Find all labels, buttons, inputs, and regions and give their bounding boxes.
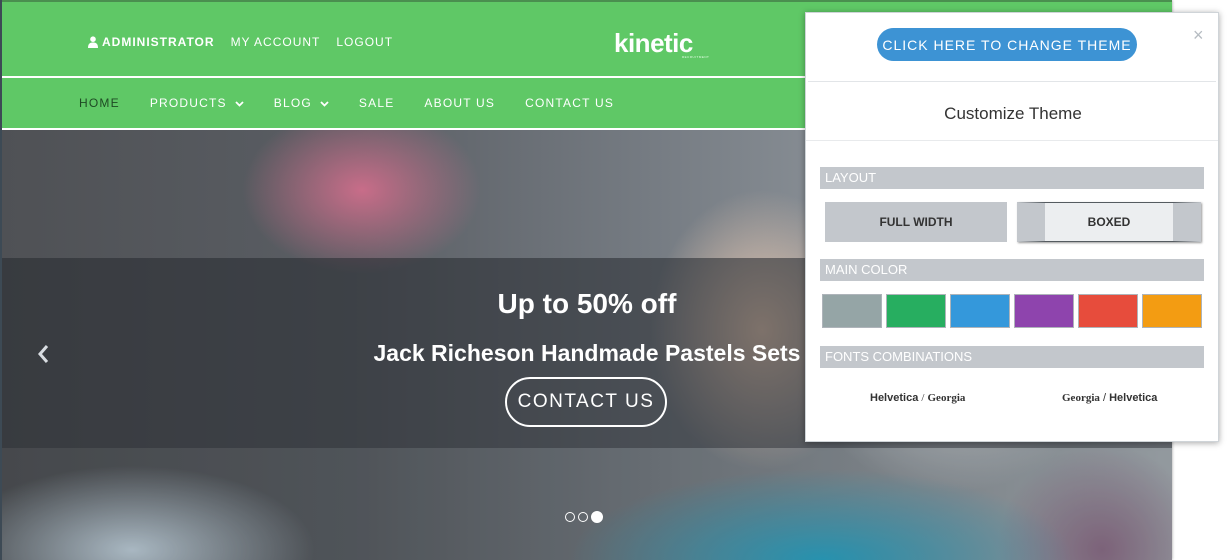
font-combo-helvetica-georgia[interactable]: Helvetica / Georgia xyxy=(870,392,965,404)
nav-sale-label: SALE xyxy=(358,96,395,110)
nav-home-label: HOME xyxy=(79,96,120,110)
color-swatch-orange[interactable] xyxy=(1142,294,1202,328)
font-separator: / xyxy=(921,392,925,404)
layout-full-width-option[interactable]: FULL WIDTH xyxy=(825,202,1007,242)
nav-products-label: PRODUCTS xyxy=(149,96,227,110)
font-secondary: Georgia xyxy=(927,392,966,404)
nav-item-about-us[interactable]: ABOUT US xyxy=(424,96,495,110)
logo-subtext: RECRUITMENT xyxy=(682,55,710,59)
nav-item-contact-us[interactable]: CONTACT US xyxy=(525,96,614,110)
chevron-down-icon xyxy=(235,101,244,107)
logout-link[interactable]: LOGOUT xyxy=(336,35,393,49)
slider-dot-3-active[interactable] xyxy=(591,511,603,523)
font-separator: / xyxy=(1102,392,1107,404)
chevron-left-icon[interactable] xyxy=(37,344,49,364)
nav-item-sale[interactable]: SALE xyxy=(359,96,395,110)
color-swatch-green[interactable] xyxy=(886,294,946,328)
color-swatch-purple[interactable] xyxy=(1014,294,1074,328)
change-theme-button[interactable]: CLICK HERE TO CHANGE THEME xyxy=(877,28,1137,61)
font-combo-georgia-helvetica[interactable]: Georgia / Helvetica xyxy=(1062,392,1157,404)
font-primary: Helvetica xyxy=(870,392,919,404)
layout-boxed-option[interactable]: BOXED xyxy=(1017,202,1201,242)
nav-contact-label: CONTACT US xyxy=(525,96,615,110)
color-swatches xyxy=(822,294,1202,328)
color-swatch-red[interactable] xyxy=(1078,294,1138,328)
layout-heading: LAYOUT xyxy=(820,167,1204,189)
administrator-label: ADMINISTRATOR xyxy=(102,35,215,49)
nav-item-blog[interactable]: BLOG xyxy=(274,96,329,110)
my-account-link[interactable]: MY ACCOUNT xyxy=(231,35,321,49)
administrator-link[interactable]: ADMINISTRATOR xyxy=(88,35,215,49)
nav-blog-label: BLOG xyxy=(273,96,312,110)
chevron-down-icon xyxy=(320,101,329,107)
color-swatch-gray[interactable] xyxy=(822,294,882,328)
slider-dot-1[interactable] xyxy=(565,512,575,522)
user-icon xyxy=(88,36,98,48)
close-icon[interactable]: × xyxy=(1193,25,1204,46)
slider-dot-2[interactable] xyxy=(578,512,588,522)
color-swatch-blue[interactable] xyxy=(950,294,1010,328)
nav-item-products[interactable]: PRODUCTS xyxy=(150,96,244,110)
font-primary: Georgia xyxy=(1062,392,1100,404)
font-secondary: Helvetica xyxy=(1109,392,1158,404)
main-color-heading: MAIN COLOR xyxy=(820,259,1204,281)
theme-customizer-panel: CLICK HERE TO CHANGE THEME × Customize T… xyxy=(805,12,1219,442)
nav-item-home[interactable]: HOME xyxy=(79,96,120,110)
customizer-title: Customize Theme xyxy=(944,104,1082,123)
slider-dots xyxy=(565,511,603,523)
top-links: ADMINISTRATOR MY ACCOUNT LOGOUT xyxy=(88,35,393,49)
divider xyxy=(808,81,1216,82)
slide-bottom-shade xyxy=(2,448,1172,560)
divider xyxy=(806,140,1218,141)
fonts-heading: FONTS COMBINATIONS xyxy=(820,346,1204,368)
contact-us-button[interactable]: CONTACT US xyxy=(505,377,667,427)
nav-about-label: ABOUT US xyxy=(424,96,496,110)
